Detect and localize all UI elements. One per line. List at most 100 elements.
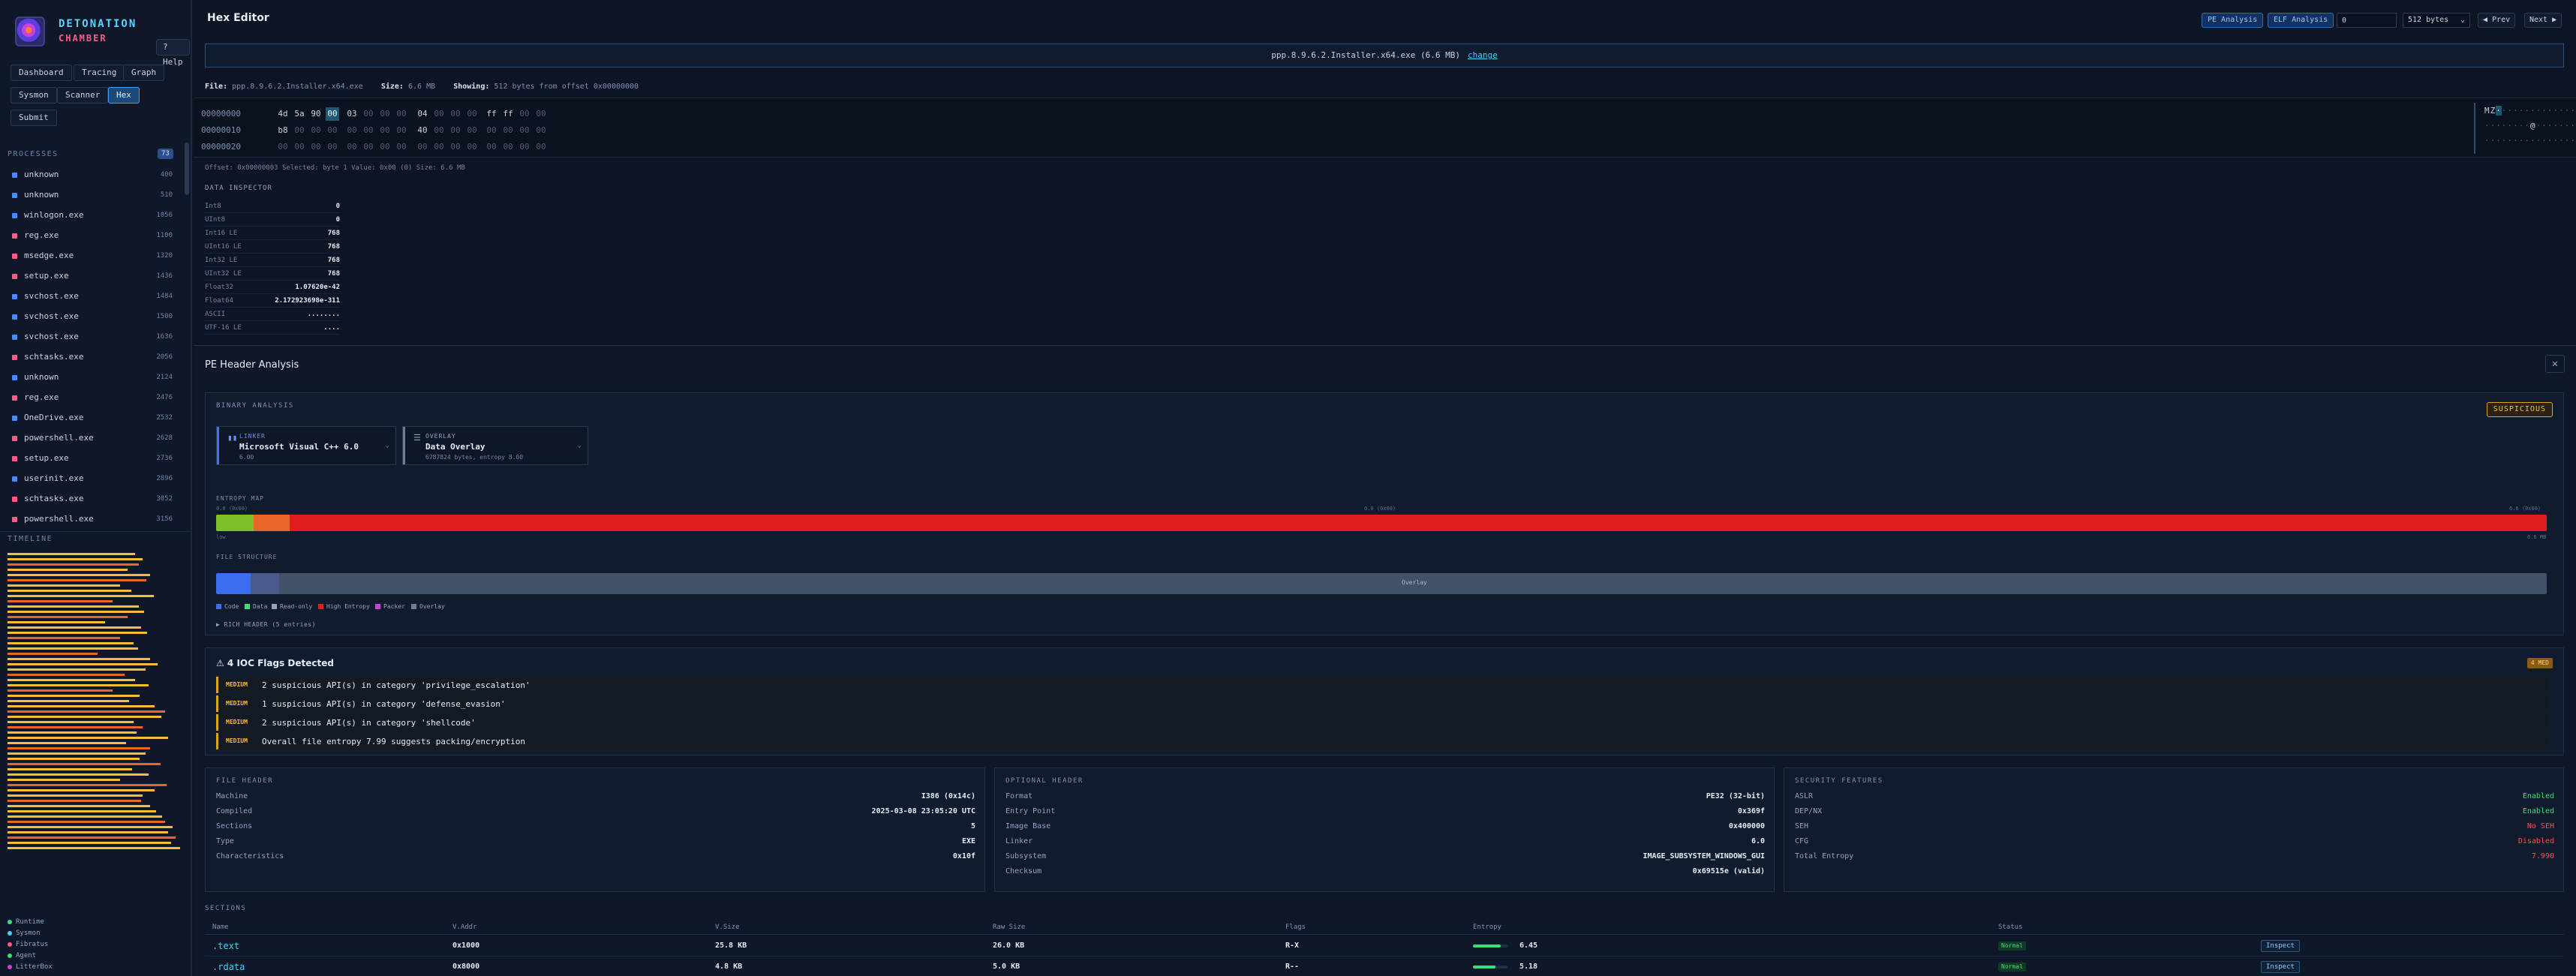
hex-byte[interactable]: 00 (395, 124, 408, 137)
process-item[interactable]: msedge.exe 1320 (8, 248, 173, 264)
nav-scanner[interactable]: Scanner (57, 87, 109, 104)
hex-byte[interactable]: 00 (518, 140, 531, 154)
elf-analysis-button[interactable]: ELF Analysis (2268, 13, 2334, 28)
hex-byte[interactable]: 00 (449, 124, 462, 137)
inspect-section-button[interactable]: Inspect (2261, 961, 2300, 973)
process-item[interactable]: schtasks.exe 3052 (8, 491, 173, 507)
overlay-card[interactable]: ☰ OVERLAY Data Overlay 6787824 bytes, en… (402, 426, 588, 465)
kv-key: CFG (1795, 837, 1809, 845)
process-item[interactable]: unknown 510 (8, 187, 173, 203)
nav-sysmon[interactable]: Sysmon (11, 87, 57, 104)
hex-view[interactable]: 00000000 4d 5a 90 00 03 00 00 00 04 00 00 00 ff ff 00 00… (194, 98, 2576, 158)
hex-byte[interactable]: 00 (432, 124, 446, 137)
hex-byte[interactable]: 5a (293, 107, 306, 121)
structure-legend-item: Read-only (272, 603, 312, 610)
offset-input[interactable] (2337, 13, 2397, 28)
hex-byte[interactable]: 00 (534, 140, 548, 154)
process-item[interactable]: setup.exe 1436 (8, 268, 173, 284)
prev-button[interactable]: ◀ Prev (2478, 13, 2516, 28)
process-item[interactable]: winlogon.exe 1056 (8, 207, 173, 224)
change-file-link[interactable]: change (1468, 50, 1498, 60)
hex-byte[interactable]: 00 (465, 107, 479, 121)
hex-byte[interactable]: 00 (309, 140, 323, 154)
hex-byte[interactable]: 04 (416, 107, 429, 121)
hex-byte[interactable]: 00 (518, 107, 531, 121)
process-item[interactable]: unknown 400 (8, 167, 173, 183)
process-item[interactable]: schtasks.exe 2056 (8, 349, 173, 365)
hex-byte[interactable]: 00 (395, 140, 408, 154)
hex-byte[interactable]: 00 (485, 140, 498, 154)
process-item[interactable]: svchost.exe 1484 (8, 288, 173, 305)
bytes-select[interactable]: 512 bytes ⌄ (2403, 13, 2470, 28)
hex-byte[interactable]: 00 (395, 107, 408, 121)
ioc-row[interactable]: MEDIUM Overall file entropy 7.99 suggests… (216, 733, 2548, 749)
process-item[interactable]: unknown 2124 (8, 369, 173, 386)
hex-byte[interactable]: 00 (362, 124, 375, 137)
hex-byte[interactable]: 00 (534, 107, 548, 121)
linker-card[interactable]: ▮▮ LINKER Microsoft Visual C++ 6.0 6.00 … (216, 426, 396, 465)
hex-byte[interactable]: 4d (276, 107, 290, 121)
hex-byte[interactable]: 00 (326, 124, 339, 137)
file-structure-bar[interactable]: Overlay (216, 573, 2547, 594)
hex-byte[interactable]: 00 (534, 124, 548, 137)
process-item[interactable]: svchost.exe 1500 (8, 308, 173, 325)
process-item[interactable]: reg.exe 1100 (8, 227, 173, 244)
process-item[interactable]: reg.exe 2476 (8, 389, 173, 406)
hex-byte[interactable]: 00 (432, 140, 446, 154)
process-item[interactable]: powershell.exe 3156 (8, 511, 173, 527)
process-name: svchost.exe (24, 291, 79, 301)
entropy-map[interactable] (216, 515, 2547, 531)
hex-byte[interactable]: 00 (449, 107, 462, 121)
pe-analysis-button[interactable]: PE Analysis (2202, 13, 2264, 28)
nav-submit[interactable]: Submit (11, 110, 57, 126)
hex-byte[interactable]: ff (485, 107, 498, 121)
process-item[interactable]: powershell.exe 2628 (8, 430, 173, 446)
hex-byte[interactable]: 00 (465, 124, 479, 137)
nav-dashboard[interactable]: Dashboard (11, 65, 72, 81)
ioc-row[interactable]: MEDIUM 1 suspicious API(s) in category 'd… (216, 695, 2548, 712)
rich-header-toggle[interactable]: ▶ RICH HEADER (5 entries) (216, 621, 316, 628)
ioc-row[interactable]: MEDIUM 2 suspicious API(s) in category 'p… (216, 677, 2548, 693)
hex-byte[interactable]: 00 (518, 124, 531, 137)
hex-byte[interactable]: 00 (501, 124, 515, 137)
nav-hex[interactable]: Hex (108, 87, 140, 104)
hex-byte[interactable]: 90 (309, 107, 323, 121)
hex-byte[interactable]: 00 (501, 140, 515, 154)
hex-byte[interactable]: 00 (345, 124, 359, 137)
hex-byte[interactable]: 00 (309, 124, 323, 137)
hex-byte[interactable]: 03 (345, 107, 359, 121)
hex-byte[interactable]: 00 (378, 140, 392, 154)
hex-byte[interactable]: 00 (449, 140, 462, 154)
hex-byte[interactable]: ff (501, 107, 515, 121)
next-button[interactable]: Next ▶ (2524, 13, 2562, 28)
ascii-view[interactable]: MZ·············· ········@······· ······… (2474, 103, 2575, 154)
process-list-scrollbar[interactable] (185, 143, 189, 195)
process-item[interactable]: svchost.exe 1636 (8, 329, 173, 345)
hex-byte[interactable]: 00 (362, 107, 375, 121)
hex-byte[interactable]: 00 (276, 140, 290, 154)
process-item[interactable]: setup.exe 2736 (8, 450, 173, 467)
process-item[interactable]: userinit.exe 2896 (8, 470, 173, 487)
hex-byte[interactable]: 00 (378, 124, 392, 137)
hex-byte[interactable]: 00 (293, 124, 306, 137)
help-button[interactable]: ? Help (156, 39, 190, 67)
close-icon[interactable]: ✕ (2545, 355, 2565, 373)
inspect-section-button[interactable]: Inspect (2261, 940, 2300, 952)
hex-byte[interactable]: b8 (276, 124, 290, 137)
hex-byte[interactable]: 00 (416, 140, 429, 154)
hex-byte[interactable]: 40 (416, 124, 429, 137)
hex-byte[interactable]: 00 (326, 107, 339, 121)
hex-byte[interactable]: 00 (378, 107, 392, 121)
hex-byte[interactable]: 00 (485, 124, 498, 137)
hex-byte[interactable]: 00 (293, 140, 306, 154)
hex-byte[interactable]: 00 (465, 140, 479, 154)
ioc-row[interactable]: MEDIUM 2 suspicious API(s) in category 's… (216, 714, 2548, 731)
hex-byte[interactable]: 00 (362, 140, 375, 154)
hex-byte[interactable]: 00 (326, 140, 339, 154)
nav-graph[interactable]: Graph (123, 65, 165, 81)
hex-byte[interactable]: 00 (345, 140, 359, 154)
nav-tracing[interactable]: Tracing (74, 65, 125, 81)
hex-byte[interactable]: 00 (432, 107, 446, 121)
kv-key: Format (1005, 792, 1033, 800)
process-item[interactable]: OneDrive.exe 2532 (8, 410, 173, 426)
